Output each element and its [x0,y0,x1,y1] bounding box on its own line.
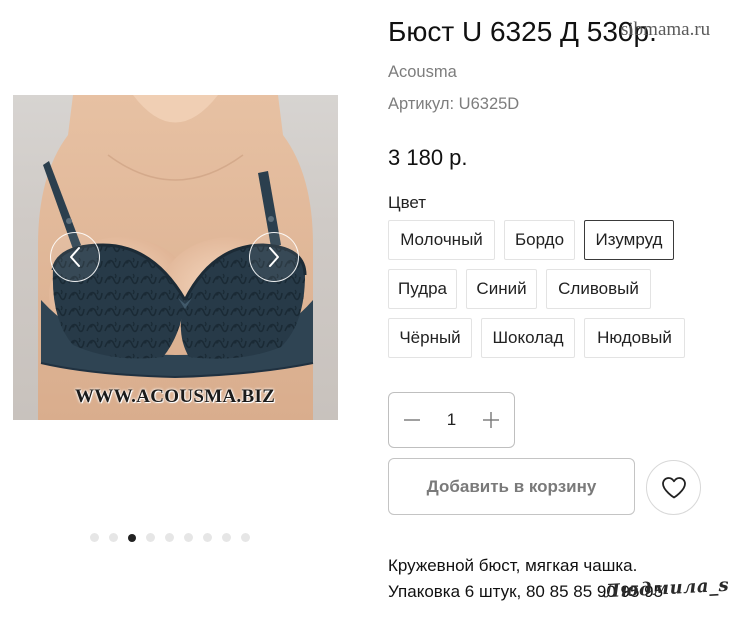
add-to-cart-button[interactable]: Добавить в корзину [388,458,635,515]
gallery-dot[interactable] [165,533,174,542]
color-option-blue[interactable]: Синий [466,269,537,309]
quantity-increase-button[interactable] [480,409,502,431]
gallery-dot[interactable] [184,533,193,542]
quantity-decrease-button[interactable] [401,409,423,431]
product-sku: Артикул: U6325D [388,95,520,113]
product-price: 3 180 р. [388,145,468,170]
gallery-dot[interactable] [109,533,118,542]
color-option-emerald-selected[interactable]: Изумруд [584,220,674,260]
gallery-dot[interactable] [90,533,99,542]
minus-icon [404,419,420,421]
gallery-dot[interactable] [222,533,231,542]
plus-icon [483,412,499,428]
heart-icon [661,476,686,498]
color-option-nude[interactable]: Нюдовый [584,318,685,358]
color-option-black[interactable]: Чёрный [388,318,472,358]
gallery-prev-button[interactable] [50,232,100,282]
gallery-next-button[interactable] [249,232,299,282]
image-watermark: WWW.ACOUSMA.BIZ [75,386,276,407]
gallery-pagination [90,533,250,542]
product-image-gallery[interactable]: WWW.ACOUSMA.BIZ [13,95,338,420]
site-watermark: sibmama.ru [621,19,711,40]
color-option-bordeaux[interactable]: Бордо [504,220,575,260]
gallery-dot[interactable] [146,533,155,542]
color-option-chocolate[interactable]: Шоколад [481,318,575,358]
product-brand[interactable]: Acousma [388,63,457,82]
color-option-powder[interactable]: Пудра [388,269,457,309]
description-line: Кружевной бюст, мягкая чашка. [388,556,638,575]
favorite-button[interactable] [646,460,701,515]
gallery-dot-active[interactable] [128,533,136,542]
product-title: Бюст U 6325 Д 530р. [388,16,657,47]
color-option-milk[interactable]: Молочный [388,220,495,260]
quantity-stepper: 1 [388,392,515,448]
gallery-dot[interactable] [241,533,250,542]
color-option-plum[interactable]: Сливовый [546,269,651,309]
product-page: WWW.ACOUSMA.BIZ Бюст U 6325 Д 530р. sibm… [0,0,744,621]
gallery-dot[interactable] [203,533,212,542]
color-selector-label: Цвет [388,193,427,212]
chevron-right-icon [269,247,279,267]
chevron-left-icon [70,247,80,267]
quantity-value[interactable]: 1 [437,410,467,430]
